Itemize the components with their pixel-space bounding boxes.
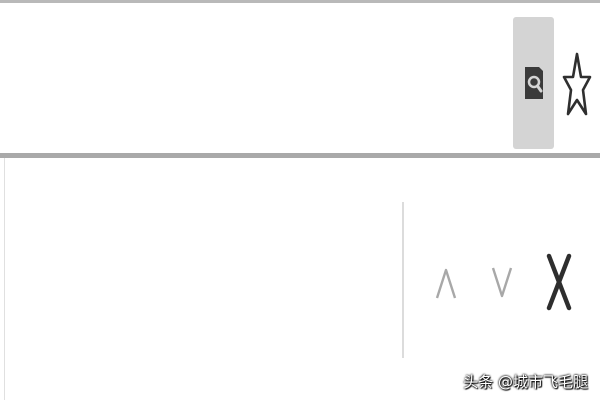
close-icon [546,253,572,311]
zoom-button[interactable] [513,17,554,149]
chevron-up-icon [435,268,457,299]
find-next-button[interactable] [489,258,515,308]
bookmark-star-button[interactable] [560,47,594,123]
find-close-button[interactable] [544,250,574,314]
star-outline-icon [562,52,592,116]
find-bar-divider [402,202,404,358]
browser-toolbar [0,3,600,153]
chevron-down-icon [491,267,513,298]
find-bar-left-edge [4,158,5,400]
zoom-magnifier-icon [524,67,543,99]
watermark: 头条 @城市飞毛腿 [463,373,588,391]
find-previous-button[interactable] [433,258,459,308]
find-input[interactable] [8,198,397,370]
